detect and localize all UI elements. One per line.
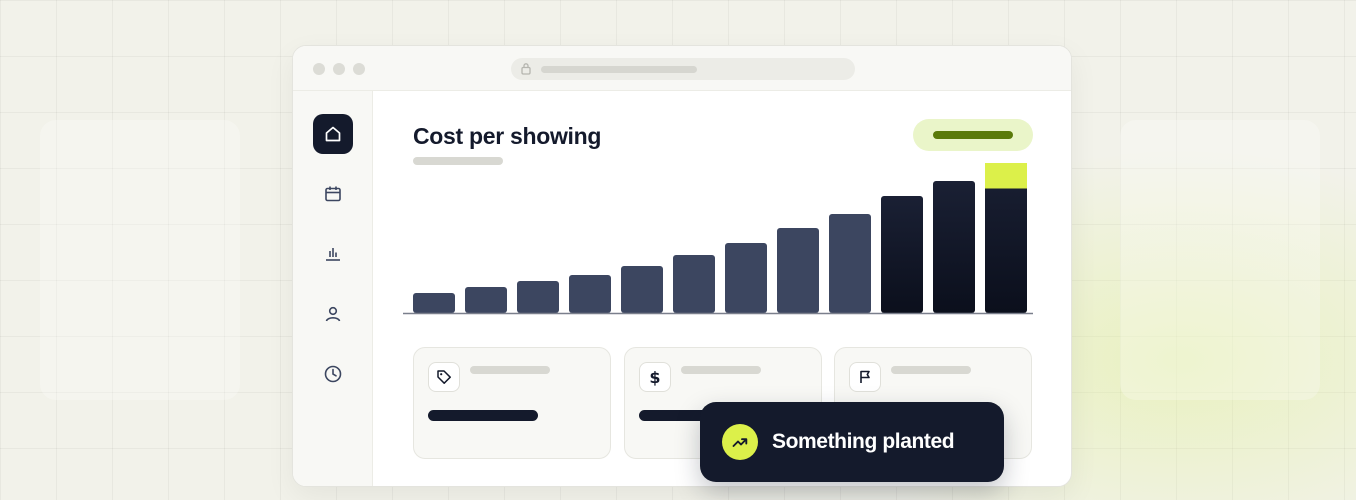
sidebar-item-history[interactable]	[313, 354, 353, 394]
chart-bar	[933, 181, 975, 313]
chart-bar	[413, 293, 455, 313]
chart-bar	[673, 255, 715, 313]
card-icon-box	[849, 362, 881, 392]
chart-bar	[777, 228, 819, 313]
card-label-placeholder	[470, 366, 550, 374]
trending-up-icon	[732, 438, 748, 447]
tag-icon	[437, 370, 451, 384]
ghost-panel-right	[1120, 120, 1320, 400]
chart-bar	[465, 287, 507, 313]
dollar-icon: $	[649, 367, 661, 387]
chart-bar	[725, 243, 767, 313]
stat-card-tag[interactable]	[413, 347, 611, 459]
chart-bar-highlight	[985, 163, 1027, 189]
card-label-placeholder	[891, 366, 971, 374]
flag-icon	[860, 370, 870, 383]
toast-message: Something planted	[772, 430, 955, 453]
card-icon-box: $	[639, 362, 671, 392]
toast-notification[interactable]: Something planted	[700, 402, 1004, 482]
chart-bar	[621, 266, 663, 313]
toast-icon-badge	[722, 424, 758, 460]
chart-bar	[517, 281, 559, 313]
card-value-placeholder	[428, 410, 538, 421]
card-icon-box	[428, 362, 460, 392]
ghost-panel-left	[40, 120, 240, 400]
card-label-placeholder	[681, 366, 761, 374]
chart-bar	[569, 275, 611, 313]
chart-bar	[881, 196, 923, 313]
clock-icon	[324, 365, 342, 383]
cost-chart	[403, 163, 1033, 315]
chart-bar	[829, 214, 871, 313]
